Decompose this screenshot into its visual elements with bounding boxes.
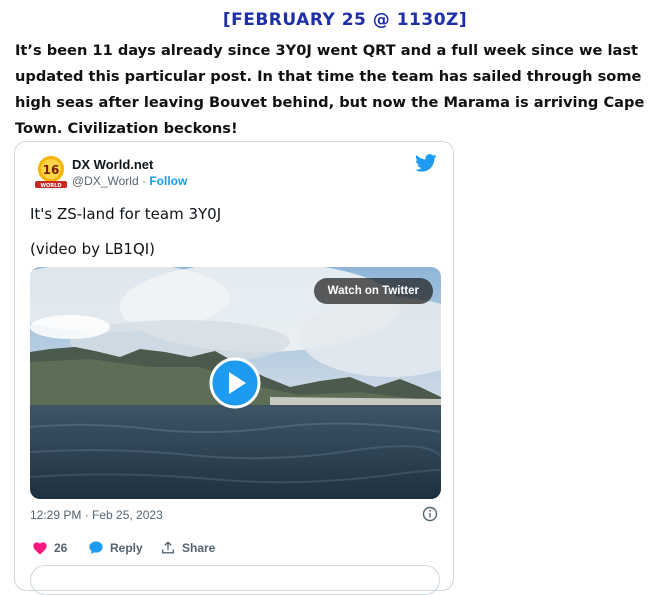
reply-label: Reply	[110, 540, 143, 555]
like-count: 26	[54, 540, 68, 555]
share-label: Share	[182, 540, 216, 555]
reply-bubble-icon	[89, 541, 103, 555]
dx-world-logo: 16 WORLD	[35, 156, 67, 189]
heart-icon	[33, 542, 47, 555]
twitter-bird-icon[interactable]	[415, 154, 437, 172]
embedded-tweet: 16 WORLD DX World.net @DX_World · Follow…	[14, 141, 454, 595]
info-icon[interactable]	[422, 506, 438, 522]
author-handle-line: @DX_World · Follow	[72, 174, 187, 188]
post-body: It’s been 11 days already since 3Y0J wen…	[15, 42, 645, 137]
share-button[interactable]: Share	[160, 540, 215, 555]
play-icon[interactable]	[209, 357, 261, 409]
avatar-badge-text: 16	[43, 163, 60, 177]
separator-dot: ·	[138, 174, 150, 188]
post-heading: [FEBRUARY 25 @ 1130Z]	[222, 10, 468, 30]
tweet-credit: (video by LB1QI)	[30, 240, 156, 258]
share-icon	[162, 541, 174, 554]
avatar-logo-text: WORLD	[41, 183, 62, 189]
tweet-timestamp[interactable]: 12:29 PM · Feb 25, 2023	[30, 508, 163, 522]
tweet-text: It's ZS-land for team 3Y0J	[30, 205, 222, 223]
author-handle[interactable]: @DX_World	[72, 174, 139, 188]
author-name[interactable]: DX World.net	[72, 157, 153, 172]
avatar[interactable]: 16 WORLD	[33, 154, 69, 190]
reply-button[interactable]: Reply	[88, 540, 143, 555]
like-button[interactable]: 26	[32, 540, 67, 555]
read-replies-button[interactable]	[30, 565, 440, 595]
follow-link[interactable]: Follow	[149, 174, 187, 188]
video-player[interactable]: Watch on Twitter	[30, 267, 441, 499]
watch-on-twitter-button[interactable]: Watch on Twitter	[313, 278, 433, 304]
